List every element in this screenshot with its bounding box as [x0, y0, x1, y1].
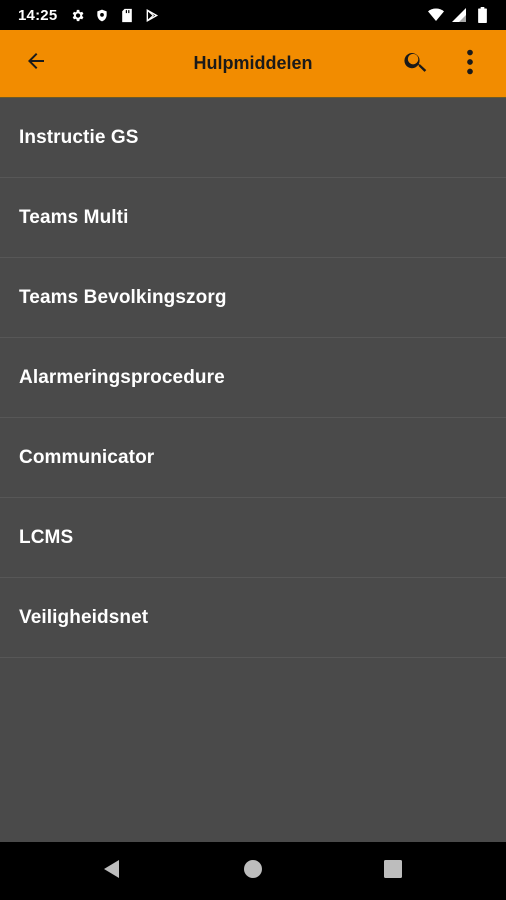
more-options-button[interactable]	[450, 44, 490, 84]
status-time: 14:25	[18, 6, 58, 24]
list-item-veiligheidsnet[interactable]: Veiligheidsnet	[0, 578, 506, 658]
list-item-label: Veiligheidsnet	[19, 606, 149, 628]
wifi-icon	[428, 7, 444, 23]
recents-square-icon	[384, 859, 402, 883]
sd-card-icon	[119, 7, 135, 23]
nav-recents-button[interactable]	[373, 851, 413, 891]
back-button[interactable]	[16, 44, 56, 84]
status-notification-icons	[69, 7, 160, 23]
list-item-label: Communicator	[19, 446, 155, 468]
list-item-instructie-gs[interactable]: Instructie GS	[0, 98, 506, 178]
gear-icon	[69, 7, 85, 23]
back-triangle-icon	[102, 859, 122, 884]
list-item-label: Instructie GS	[19, 126, 139, 148]
list-item-teams-multi[interactable]: Teams Multi	[0, 178, 506, 258]
more-vert-icon	[466, 49, 474, 80]
status-system-icons	[428, 7, 490, 23]
home-circle-icon	[243, 859, 263, 884]
list-item-lcms[interactable]: LCMS	[0, 498, 506, 578]
search-icon	[402, 48, 430, 81]
cell-signal-icon	[451, 7, 467, 23]
back-arrow-icon	[24, 49, 48, 78]
nav-back-button[interactable]	[92, 851, 132, 891]
battery-icon	[474, 7, 490, 23]
list-item-alarmeringsprocedure[interactable]: Alarmeringsprocedure	[0, 338, 506, 418]
nav-home-button[interactable]	[233, 851, 273, 891]
list-item-label: LCMS	[19, 526, 74, 548]
shield-icon	[94, 7, 110, 23]
system-nav-bar	[0, 842, 506, 900]
list-item-label: Teams Multi	[19, 206, 129, 228]
list-item-label: Teams Bevolkingszorg	[19, 286, 227, 308]
menu-list: Instructie GS Teams Multi Teams Bevolkin…	[0, 98, 506, 658]
list-item-communicator[interactable]: Communicator	[0, 418, 506, 498]
search-button[interactable]	[396, 44, 436, 84]
list-item-teams-bevolkingszorg[interactable]: Teams Bevolkingszorg	[0, 258, 506, 338]
app-bar: Hulpmiddelen	[0, 30, 506, 98]
status-bar: 14:25	[0, 0, 506, 30]
list-item-label: Alarmeringsprocedure	[19, 366, 225, 388]
play-store-icon	[144, 7, 160, 23]
